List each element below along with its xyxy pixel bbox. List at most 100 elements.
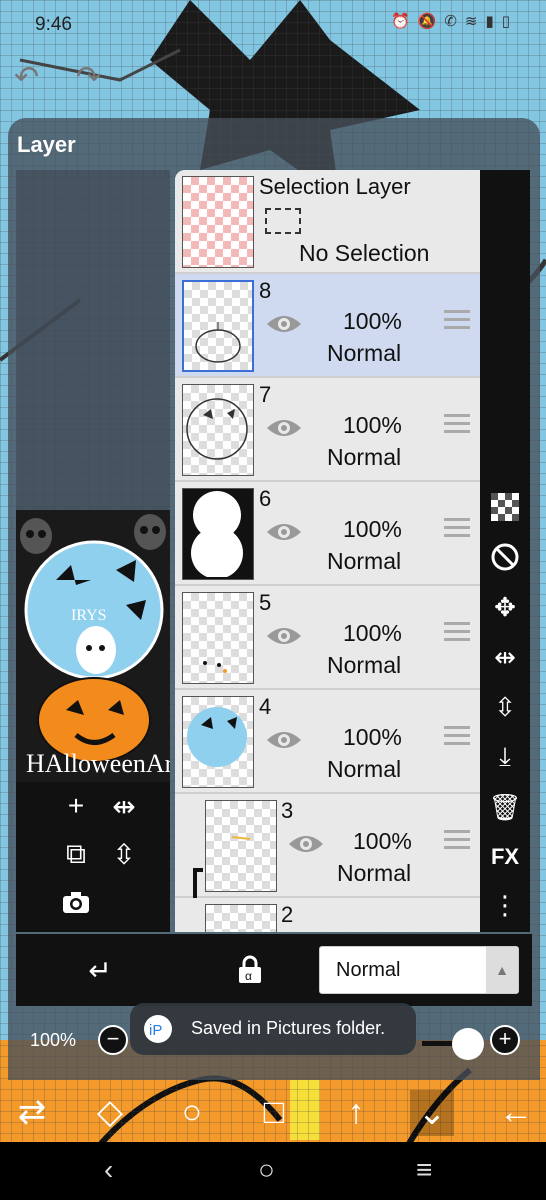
layer-opacity: 100% — [353, 828, 412, 854]
layer-opacity: 100% — [343, 308, 402, 334]
layer-blend-mode: Normal — [327, 548, 402, 574]
layer-row-8[interactable]: 8 100% Normal — [175, 274, 480, 378]
layer-opacity: 100% — [343, 516, 402, 542]
blend-mode-select[interactable]: Normal ▲ — [319, 946, 519, 994]
layer-blend-mode: Normal — [327, 340, 402, 366]
opacity-slider-knob[interactable] — [452, 1028, 484, 1060]
move-icon[interactable]: ✥ — [486, 588, 524, 626]
wifi-icon: ≋ — [464, 13, 478, 30]
undo-icon[interactable]: ↶ — [14, 62, 50, 94]
visibility-eye-icon[interactable] — [265, 414, 303, 442]
brush-icon[interactable]: ◇ — [88, 1090, 132, 1134]
layer-row-2[interactable]: 2 — [175, 898, 480, 932]
preview-art-text: IRYS — [71, 607, 107, 624]
layer-number: 7 — [259, 382, 272, 407]
layer-row-5[interactable]: 5 100% Normal — [175, 586, 480, 690]
visibility-eye-icon[interactable] — [265, 726, 303, 754]
selection-layer-row[interactable]: Selection Layer No Selection — [175, 170, 480, 274]
battery-icon: ▯ — [501, 13, 510, 30]
layer-opacity: 100% — [343, 724, 402, 750]
layer-number: 4 — [259, 694, 272, 719]
clear-icon[interactable] — [486, 538, 524, 576]
back-arrow-icon[interactable]: ← — [494, 1090, 538, 1134]
layer-number: 8 — [259, 278, 272, 303]
blend-mode-value: Normal — [336, 959, 401, 981]
fx-button[interactable]: FX — [486, 838, 524, 876]
layer-number: 3 — [281, 798, 294, 823]
collapse-icon[interactable]: ⌄ — [410, 1090, 454, 1136]
selection-marquee-icon — [265, 208, 301, 234]
flip-vertical-layer-icon[interactable]: ⇳ — [486, 688, 524, 726]
increase-opacity-icon[interactable]: + — [490, 1025, 520, 1055]
tool-switch-icon[interactable]: ⇄ — [10, 1090, 54, 1134]
flip-horizontal-icon[interactable]: ⇹ — [104, 786, 144, 826]
bottom-toolbar: ⇄ ◇ ○ □ ↑ ⌄ ← — [0, 1080, 546, 1142]
add-layer-icon[interactable]: + — [56, 786, 96, 826]
merge-down-icon[interactable]: ⤓ — [486, 738, 524, 776]
drag-handle-icon[interactable] — [444, 726, 470, 750]
visibility-eye-icon[interactable] — [265, 310, 303, 338]
layer-thumbnail — [205, 800, 277, 892]
alarm-icon: ⏰ — [390, 13, 410, 30]
layer-number: 5 — [259, 590, 272, 615]
preview-art: IRYS HAlloweenArt — [20, 514, 170, 778]
visibility-eye-icon[interactable] — [265, 622, 303, 650]
flip-vertical-icon[interactable]: ⇳ — [104, 834, 144, 874]
visibility-eye-icon[interactable] — [265, 518, 303, 546]
nav-home-icon[interactable]: ○ — [258, 1154, 275, 1186]
layer-list[interactable]: Selection Layer No Selection 8 100% Norm… — [175, 170, 480, 932]
drag-handle-icon[interactable] — [444, 310, 470, 334]
svg-text:iP: iP — [149, 1022, 162, 1039]
layer-blend-mode: Normal — [337, 860, 412, 886]
layer-panel-bottom-bar: ↵ α Normal ▲ — [16, 934, 532, 1006]
redo-icon[interactable]: ↷ — [76, 62, 112, 94]
alpha-lock-icon[interactable]: α — [230, 950, 270, 990]
toast-message: Saved in Pictures folder. — [191, 1018, 386, 1038]
call-icon: ✆ — [444, 13, 457, 30]
preview-caption: HAlloweenArt — [26, 749, 170, 778]
layer-blend-mode: Normal — [327, 652, 402, 678]
selection-state: No Selection — [299, 240, 430, 266]
more-options-icon[interactable]: ⋮ — [486, 886, 524, 924]
layer-row-7[interactable]: 7 100% Normal — [175, 378, 480, 482]
left-tools: + ⇹ ⧉ ⇳ — [16, 782, 170, 932]
artwork-preview[interactable]: IRYS HAlloweenArt — [16, 510, 170, 782]
svg-text:α: α — [245, 969, 252, 983]
mute-icon: 🔕 — [417, 13, 437, 30]
camera-icon[interactable] — [56, 882, 96, 922]
layer-row-6[interactable]: 6 100% Normal — [175, 482, 480, 586]
layer-icon[interactable]: □ — [252, 1090, 296, 1134]
layer-thumbnail — [182, 488, 254, 580]
upload-icon[interactable]: ↑ — [334, 1090, 378, 1134]
layer-row-4[interactable]: 4 100% Normal — [175, 690, 480, 794]
visibility-eye-icon[interactable] — [287, 830, 325, 858]
drag-handle-icon[interactable] — [444, 414, 470, 438]
right-tools: ✥ ⇹ ⇳ ⤓ 🗑 FX ⋮ — [480, 170, 530, 932]
ibispaint-app-icon: iP — [144, 1015, 172, 1043]
layer-panel: Layer IRYS HAlloweenArt + ⇹ ⧉ ⇳ Selectio… — [8, 118, 540, 1080]
status-time: 9:46 — [35, 14, 72, 35]
drag-handle-icon[interactable] — [444, 518, 470, 542]
layer-number: 6 — [259, 486, 272, 511]
layer-blend-mode: Normal — [327, 444, 402, 470]
layer-thumbnail — [182, 592, 254, 684]
clipping-indicator — [193, 868, 203, 900]
color-icon[interactable]: ○ — [170, 1090, 214, 1134]
drag-handle-icon[interactable] — [444, 830, 470, 854]
layer-row-3[interactable]: 3 100% Normal — [175, 794, 480, 900]
transparency-icon[interactable] — [486, 488, 524, 526]
clipping-icon[interactable]: ↵ — [80, 950, 120, 990]
layer-thumbnail — [205, 904, 277, 932]
drag-handle-icon[interactable] — [444, 622, 470, 646]
nav-back-icon[interactable]: ‹ — [104, 1154, 113, 1186]
layer-opacity: 100% — [343, 412, 402, 438]
nav-recents-icon[interactable]: ≡ — [416, 1154, 432, 1186]
layer-number: 2 — [281, 902, 294, 927]
duplicate-layer-icon[interactable]: ⧉ — [56, 834, 96, 874]
flip-horizontal-layer-icon[interactable]: ⇹ — [486, 638, 524, 676]
selection-layer-label: Selection Layer — [259, 174, 411, 199]
delete-icon[interactable]: 🗑 — [486, 788, 524, 826]
dropdown-arrow-icon[interactable]: ▲ — [486, 947, 518, 993]
layer-opacity: 100% — [343, 620, 402, 646]
decrease-opacity-icon[interactable]: − — [98, 1025, 128, 1055]
